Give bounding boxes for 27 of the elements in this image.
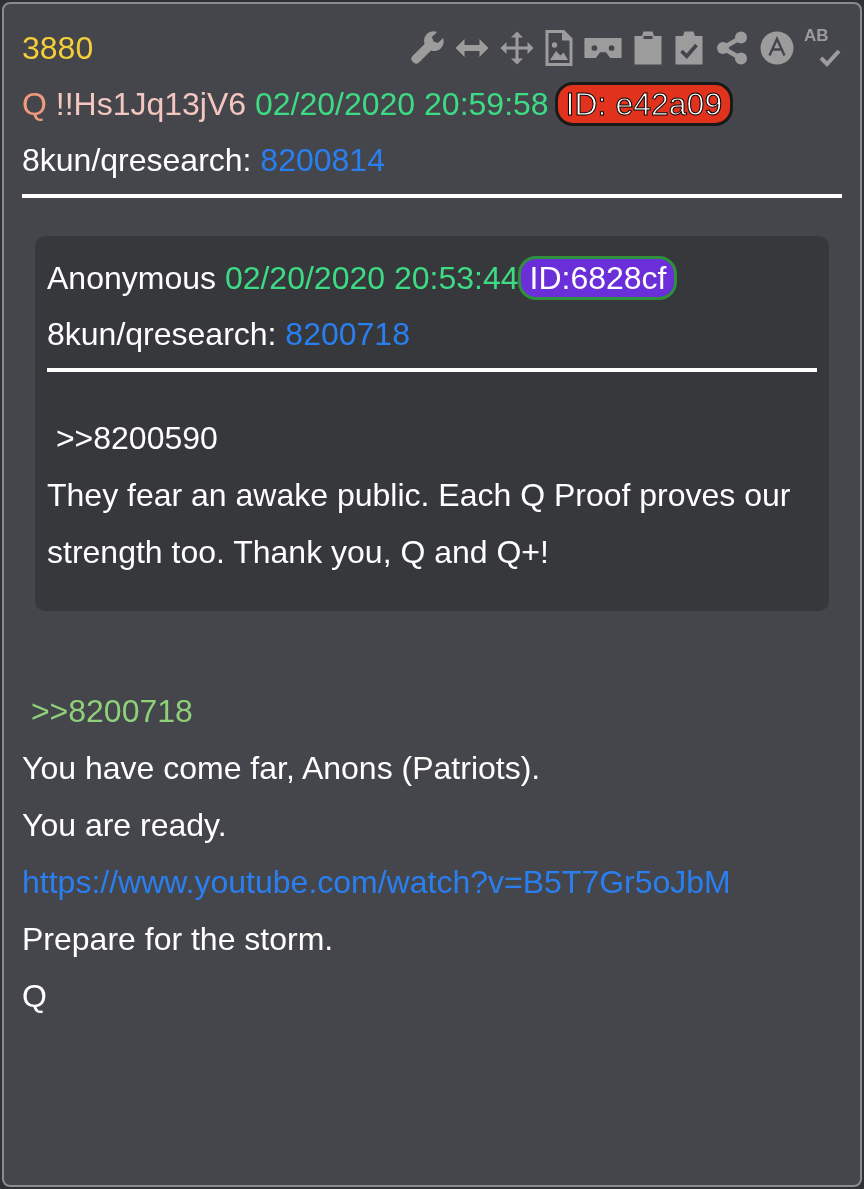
tripcode: !!Hs1Jq13jV6: [55, 85, 247, 123]
post-number-link[interactable]: 8200814: [260, 141, 385, 179]
post-text: You are ready.: [22, 806, 228, 845]
author-name: Q: [22, 85, 47, 123]
wrench-icon[interactable]: [409, 30, 445, 66]
post-number-link[interactable]: 8200718: [285, 315, 410, 353]
id-badge: ID: e42a09: [554, 82, 734, 126]
author-name: Anonymous: [47, 259, 216, 297]
reply-reference: >>8200718: [29, 692, 194, 731]
post-date: 02/20/2020 20:59:58: [255, 85, 549, 123]
circle-a-icon[interactable]: [759, 30, 795, 66]
post-text: Q: [22, 977, 48, 1016]
video-link[interactable]: https://www.youtube.com/watch?v=B5T7Gr5oJbM: [22, 854, 842, 911]
board-name: 8kun/qresearch:: [22, 141, 252, 179]
board-name: 8kun/qresearch:: [47, 315, 277, 353]
move-icon[interactable]: [499, 30, 535, 66]
post-text: You have come far, Anons (Patriots).: [22, 749, 542, 788]
id-badge: ID:6828cf: [518, 256, 678, 300]
clipboard-icon[interactable]: [632, 30, 664, 66]
share-icon[interactable]: [714, 30, 750, 66]
image-file-icon[interactable]: [544, 30, 574, 66]
clipboard-check-icon[interactable]: [673, 30, 705, 66]
post-text: Prepare for the storm.: [22, 920, 335, 959]
post-date: 02/20/2020 20:53:44: [224, 259, 519, 297]
post-count: 3880: [22, 29, 94, 67]
reply-reference: >>8200590: [54, 419, 219, 458]
post-text: They fear an awake public. Each Q Proof proves our strength too. Thank you, Q and Q+!: [47, 476, 792, 572]
